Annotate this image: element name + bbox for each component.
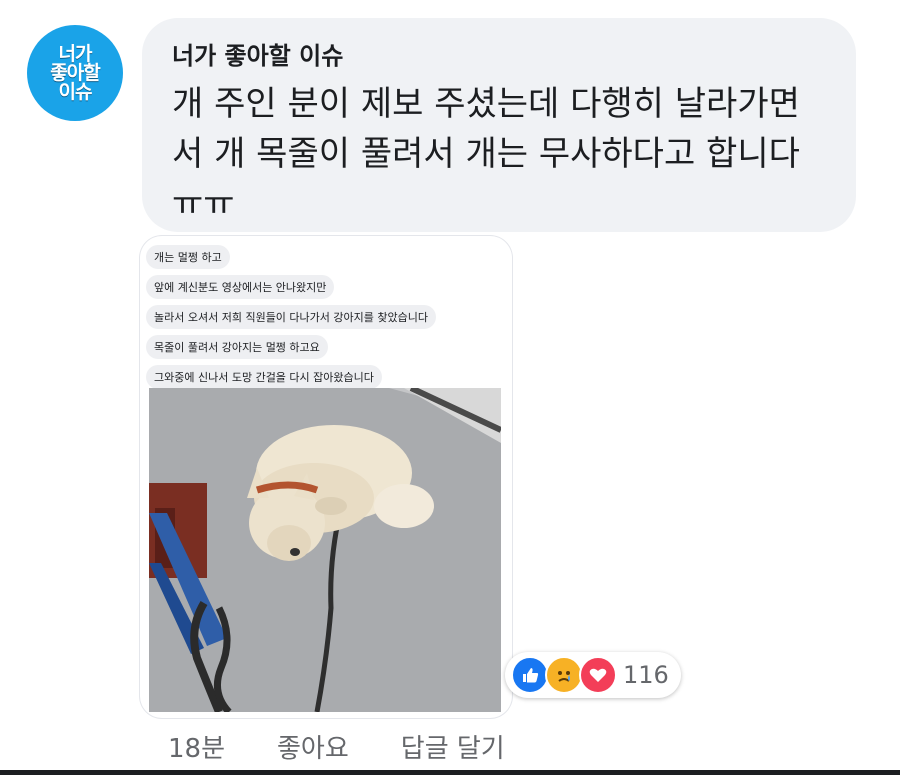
comment-line: ㅠㅠ [172,184,235,224]
comment-line: 개 주인 분이 제보 주셨는데 다행히 날라가면 [172,84,800,124]
avatar-logo: 너가 좋아할 이슈 [27,25,123,121]
chat-message: 개는 멀쩡 하고 [146,245,230,269]
like-icon [511,656,549,694]
attached-screenshot[interactable]: 개는 멀쩡 하고 앞에 계신분도 영상에서는 안나왔지만 놀라서 오셔서 저희 … [140,236,512,718]
reactions-summary[interactable]: 116 [505,652,681,698]
sad-icon [545,656,583,694]
dog-photo[interactable] [149,388,501,712]
chat-message: 목줄이 풀려서 강아지는 멀쩡 하고요 [146,335,328,359]
chat-message: 그와중에 신나서 도망 간걸을 다시 잡아왔습니다 [146,365,382,389]
comment-author[interactable]: 너가 좋아할 이슈 [172,36,826,71]
like-button[interactable]: 좋아요 [277,728,349,765]
love-icon [579,656,617,694]
chat-messages: 개는 멀쩡 하고 앞에 계신분도 영상에서는 안나왔지만 놀라서 오셔서 저희 … [140,236,512,392]
divider [0,770,900,775]
avatar-line: 이슈 [58,80,93,103]
page-avatar[interactable]: 너가 좋아할 이슈 [20,18,130,128]
chat-message: 놀라서 오셔서 저희 직원들이 다나가서 강아지를 찾았습니다 [146,305,436,329]
comment-actions: 18분 좋아요 답글 달기 [168,728,557,765]
dog-photo-illustration [149,388,501,712]
reaction-count: 116 [623,661,669,689]
reply-button[interactable]: 답글 달기 [401,728,505,765]
comment-line: 서 개 목줄이 풀려서 개는 무사하다고 합니다 [172,134,800,174]
avatar-line: 좋아할 [50,61,100,84]
comment-time[interactable]: 18분 [168,728,225,765]
comment-bubble: 너가 좋아할 이슈 개 주인 분이 제보 주셨는데 다행히 날라가면 서 개 목… [142,18,856,232]
comment-text: 개 주인 분이 제보 주셨는데 다행히 날라가면 서 개 목줄이 풀려서 개는 … [172,79,826,229]
avatar-line: 너가 [58,42,93,65]
chat-message: 앞에 계신분도 영상에서는 안나왔지만 [146,275,335,299]
